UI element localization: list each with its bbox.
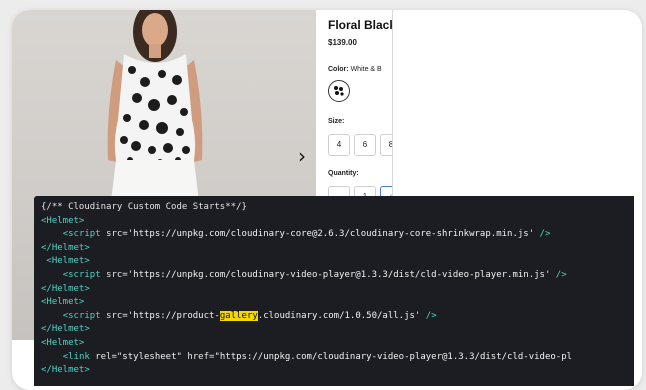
code-token: <script xyxy=(62,269,107,280)
code-line: <Helmet> xyxy=(41,337,572,351)
code-token: </Helmet> xyxy=(41,324,90,335)
code-editor-panel: {/** Cloudinary Custom Code Starts**/} <H… xyxy=(34,196,634,386)
code-line: {/** Cloudinary Custom Code Starts**/} xyxy=(41,201,572,215)
code-line: <Helmet> xyxy=(41,296,572,310)
color-swatch[interactable] xyxy=(328,80,350,102)
code-token: /> xyxy=(550,269,567,280)
code-token: .cloudinary.com/1.0.50/all.js' xyxy=(257,310,421,321)
code-line: </Helmet> xyxy=(41,242,572,256)
code-token: 'https://unpkg.com/cloudinary-video-play… xyxy=(127,269,551,280)
code-line: <Helmet> xyxy=(41,215,572,229)
quantity-label: Quantity: xyxy=(328,170,359,177)
code-line: <script src='https://unpkg.com/cloudinar… xyxy=(41,228,572,242)
code-token: src= xyxy=(106,269,128,280)
code-token: src= xyxy=(106,310,128,321)
code-line: </Helmet> xyxy=(41,323,572,337)
code-token: {/** Cloudinary Custom Code Starts**/} xyxy=(41,202,247,212)
code-token: 'https://product- xyxy=(127,310,220,321)
code-line: <script src='https://product-gallery.clo… xyxy=(41,310,572,324)
code-token: /> xyxy=(534,229,551,240)
code-token: </Helmet> xyxy=(41,242,90,253)
product-details: Floral Black $139.00 Color: White & B Si… xyxy=(328,10,392,210)
code-token: <Helmet> xyxy=(46,256,90,267)
code-token: <script xyxy=(62,310,107,321)
code-line: <Helmet> xyxy=(41,255,572,269)
code-line: </Helmet> xyxy=(41,283,572,297)
panel-divider xyxy=(392,10,393,210)
color-value: White & B xyxy=(350,66,382,73)
code-token: </Helmet> xyxy=(41,283,90,294)
code-line: </Helmet> xyxy=(41,364,572,378)
size-option-6[interactable]: 6 xyxy=(354,134,376,156)
code-token: src= xyxy=(106,229,128,240)
search-highlight: gallery xyxy=(219,310,258,321)
code-token: 'https://unpkg.com/cloudinary-core@2.6.3… xyxy=(127,229,535,240)
size-option-4[interactable]: 4 xyxy=(328,134,350,156)
code-token: "stylesheet" xyxy=(116,351,188,362)
code-token: <Helmet> xyxy=(41,337,85,348)
code-token: </Helmet> xyxy=(41,365,90,376)
code-line: <script src='https://unpkg.com/cloudinar… xyxy=(41,269,572,283)
size-label: Size: xyxy=(328,118,345,125)
product-title: Floral Black xyxy=(328,18,392,32)
print-swatch-icon xyxy=(332,84,346,98)
code-lines: {/** Cloudinary Custom Code Starts**/} <H… xyxy=(41,201,572,378)
chevron-right-icon[interactable]: › xyxy=(294,144,310,168)
code-token: "https://unpkg.com/cloudinary-video-play… xyxy=(214,351,573,362)
code-token: /> xyxy=(420,310,437,321)
code-line: <link rel="stylesheet" href="https://unp… xyxy=(41,351,572,365)
color-row: Color: White & B xyxy=(328,66,382,73)
product-price: $139.00 xyxy=(328,38,357,47)
code-token: <link xyxy=(62,351,96,362)
code-token: <script xyxy=(62,229,107,240)
color-label: Color: xyxy=(328,66,349,73)
code-token: <Helmet> xyxy=(41,215,85,226)
code-token: rel= xyxy=(95,351,117,362)
code-token: <Helmet> xyxy=(41,297,85,308)
size-option-8[interactable]: 8 xyxy=(380,134,392,156)
code-token: href= xyxy=(187,351,215,362)
